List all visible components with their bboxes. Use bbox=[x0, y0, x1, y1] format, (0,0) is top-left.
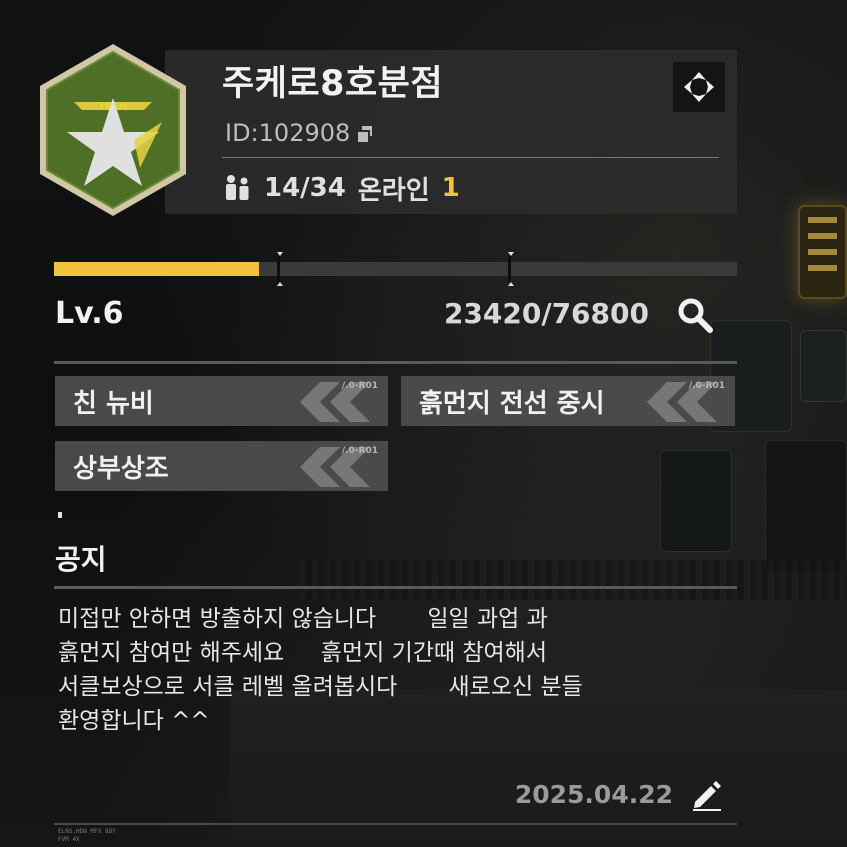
tag-code: /.0-R01 bbox=[341, 381, 378, 391]
notice-date: 2025.04.22 bbox=[514, 780, 673, 809]
search-button[interactable] bbox=[676, 296, 716, 336]
edit-notice-button[interactable] bbox=[689, 776, 725, 812]
decorative-dot bbox=[58, 512, 62, 518]
xp-tick bbox=[277, 252, 283, 256]
tag-code: /.0-R01 bbox=[688, 381, 725, 391]
search-icon bbox=[678, 298, 713, 333]
target-button[interactable] bbox=[673, 62, 725, 112]
notice-title: 공지 bbox=[55, 543, 107, 576]
club-id-value: 102908 bbox=[258, 119, 351, 147]
pencil-icon bbox=[693, 781, 721, 811]
tag-item: 흙먼지 전선 중시 /.0-R01 bbox=[401, 376, 735, 426]
tag-label: 상부상조 bbox=[73, 453, 169, 484]
notice-divider bbox=[54, 586, 737, 589]
online-label: 온라인 bbox=[357, 175, 430, 206]
xp-tick bbox=[508, 282, 514, 286]
xp-milestone-marker bbox=[508, 256, 511, 282]
tag-code: /.0-R01 bbox=[341, 446, 378, 456]
club-id-label: ID: bbox=[225, 119, 259, 147]
tag-label: 친 뉴비 bbox=[73, 388, 154, 419]
tag-label: 흙먼지 전선 중시 bbox=[419, 388, 605, 419]
member-status-row: 14/34 온라인 1 bbox=[222, 170, 460, 206]
member-count: 14/34 bbox=[264, 173, 346, 203]
members-icon bbox=[226, 175, 249, 200]
xp-bar-fill bbox=[54, 262, 259, 276]
section-divider bbox=[54, 361, 737, 364]
xp-text: 23420/76800 bbox=[443, 297, 649, 330]
crosshair-icon bbox=[684, 72, 714, 102]
xp-tick bbox=[508, 252, 514, 256]
fine-print: ELNS.HDN MFX 8DY FVM 4X bbox=[58, 828, 116, 843]
xp-tick bbox=[277, 282, 283, 286]
online-count: 1 bbox=[441, 173, 460, 203]
footer-divider bbox=[54, 823, 737, 825]
xp-milestone-marker bbox=[277, 256, 280, 282]
tag-item: 상부상조 /.0-R01 bbox=[55, 441, 388, 491]
tag-item: 친 뉴비 /.0-R01 bbox=[55, 376, 388, 426]
club-id-row: ID:102908 bbox=[225, 117, 373, 149]
club-badge-icon: TECH bbox=[40, 44, 186, 216]
club-name: 주케로8호분점 bbox=[222, 64, 444, 104]
club-level: Lv.6 bbox=[55, 296, 124, 331]
notice-body: 미접만 안하면 방출하지 않습니다 일일 과업 과 흙먼지 참여만 해주세요 흙… bbox=[58, 606, 583, 734]
header-divider bbox=[222, 157, 719, 158]
copy-icon[interactable] bbox=[358, 126, 373, 142]
